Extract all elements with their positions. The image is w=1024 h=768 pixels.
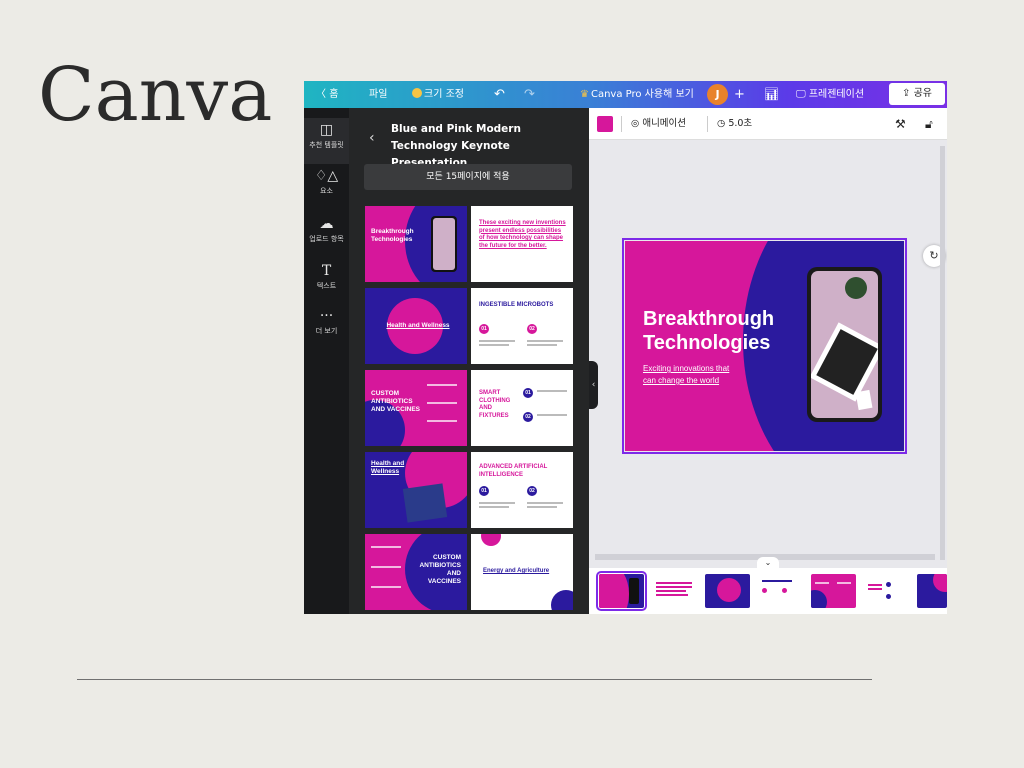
divider-line (77, 679, 872, 680)
page-thumb-4[interactable] (758, 574, 803, 608)
templates-panel: ‹ Blue and Pink Modern Technology Keynot… (349, 108, 589, 614)
rail-item-text[interactable]: T 텍스트 (304, 263, 349, 291)
rail-item-label: 더 보기 (315, 327, 338, 335)
share-button[interactable]: ⇪ 공유 (889, 83, 945, 105)
template-thumb[interactable]: Energy and Agriculture (471, 534, 573, 610)
rail-item-elements[interactable]: ♢△ 요소 (304, 168, 349, 196)
page-thumb-1[interactable] (596, 571, 647, 611)
try-pro-label: Canva Pro 사용해 보기 (590, 89, 694, 100)
crown-icon (412, 88, 422, 98)
template-thumb[interactable]: Breakthrough Technologies (365, 206, 467, 282)
chevron-left-icon: 〈 (316, 89, 326, 100)
color-swatch[interactable] (597, 116, 613, 132)
share-label: 공유 (913, 88, 932, 99)
home-label: 홈 (329, 89, 339, 100)
number-badge: 02 (523, 412, 533, 422)
number-badge: 02 (527, 486, 537, 496)
main-slide[interactable]: Breakthrough Technologies Exciting innov… (622, 238, 907, 454)
try-pro-button[interactable]: ♛ Canva Pro 사용해 보기 (580, 81, 694, 108)
thumb-title: ADVANCED ARTIFICIAL INTELLIGENCE (479, 464, 548, 478)
number-badge: 01 (479, 486, 489, 496)
page-thumb-3[interactable] (705, 574, 750, 608)
decor-circle (551, 590, 573, 610)
phone-image (431, 216, 457, 272)
template-thumb[interactable]: ADVANCED ARTIFICIAL INTELLIGENCE 01 02 (471, 452, 573, 528)
tablet-image (402, 483, 448, 523)
present-button[interactable]: 🖵︎ 프레젠테이션 (796, 81, 864, 108)
editor-area: ◎ 애니메이션 ◷ 5.0초 ⚒ 🔓︎ Breakthrough Technol… (589, 108, 947, 614)
animate-button[interactable]: ◎ 애니메이션 (631, 108, 686, 140)
canva-editor-screenshot: 〈 홈 파일 크기 조정 ↶ ↷ ♛ Canva Pro 사용해 보기 J + 📊… (304, 81, 947, 614)
template-thumb[interactable]: INGESTIBLE MICROBOTS 01 02 (471, 288, 573, 364)
page-thumb-5[interactable] (811, 574, 856, 608)
phone-image[interactable] (807, 267, 882, 422)
thumb-title: CUSTOM ANTIBIOTICS AND VACCINES (371, 390, 420, 413)
thumb-title: Energy and Agriculture (483, 568, 550, 574)
thumb-title: SMART CLOTHING AND FIXTURES (479, 390, 511, 419)
number-badge: 02 (527, 324, 537, 334)
template-thumb[interactable]: These exciting new inventions present en… (471, 206, 573, 282)
chart-icon[interactable]: 📊︎ (764, 81, 779, 108)
resize-button[interactable]: 크기 조정 (412, 81, 464, 108)
template-thumb[interactable]: Health and Wellness (365, 452, 467, 528)
thumb-title: Health and Wellness (386, 322, 450, 329)
apply-all-pages-button[interactable]: 모든 15페이지에 적용 (364, 164, 572, 190)
number-badge: 01 (479, 324, 489, 334)
collapse-panel-handle[interactable]: ‹ (589, 361, 598, 409)
number-badge: 01 (523, 388, 533, 398)
template-icon: ◫ (319, 122, 334, 138)
canva-logo: Canva (38, 52, 273, 138)
page-strip (589, 568, 947, 614)
rail-item-more[interactable]: ··· 더 보기 (304, 308, 349, 336)
present-icon: 🖵︎ (796, 89, 806, 100)
rail-item-label: 요소 (320, 187, 333, 195)
rail-item-templates[interactable]: ◫ 추천 템플릿 (304, 118, 349, 164)
thumb-title: INGESTIBLE MICROBOTS (479, 302, 554, 308)
decor-circle (481, 534, 501, 546)
thumb-title: Breakthrough Technologies (371, 228, 414, 243)
template-thumb[interactable]: Health and Wellness (365, 288, 467, 364)
more-icon: ··· (319, 308, 334, 324)
elements-icon: ♢△ (314, 168, 339, 184)
vertical-scrollbar[interactable] (940, 146, 945, 560)
template-thumb[interactable]: CUSTOM ANTIBIOTICS AND VACCINES (365, 370, 467, 446)
animate-icon: ◎ (631, 118, 640, 129)
paint-roller-icon[interactable]: ⚒ (895, 108, 906, 140)
rail-item-label: 업로드 항목 (309, 235, 344, 243)
page-thumb-2[interactable] (652, 574, 697, 608)
add-collaborator-button[interactable]: + (734, 81, 745, 108)
rail-item-label: 텍스트 (316, 282, 337, 290)
clock-icon: ◷ (717, 118, 726, 129)
text-icon: T (321, 263, 332, 279)
file-menu[interactable]: 파일 (369, 81, 387, 108)
upload-icon: ☁ (319, 216, 334, 232)
avatar[interactable]: J (707, 84, 728, 105)
template-thumb[interactable]: SMART CLOTHING AND FIXTURES 01 02 (471, 370, 573, 446)
thumb-text: These exciting new inventions present en… (479, 220, 566, 249)
thumb-title: CUSTOM ANTIBIOTICS AND VACCINES (419, 554, 461, 585)
side-rail: ◫ 추천 템플릿 ♢△ 요소 ☁ 업로드 항목 T 텍스트 ··· 더 보기 (304, 108, 349, 614)
lock-icon[interactable]: 🔓︎ (925, 108, 933, 140)
duration-label: 5.0초 (728, 118, 753, 129)
rail-item-label: 추천 템플릿 (309, 141, 344, 149)
template-thumb[interactable]: CUSTOM ANTIBIOTICS AND VACCINES (365, 534, 467, 610)
editor-toolbar: ◎ 애니메이션 ◷ 5.0초 ⚒ 🔓︎ (589, 108, 947, 140)
duration-button[interactable]: ◷ 5.0초 (717, 108, 752, 140)
page-thumb-7[interactable] (917, 574, 947, 608)
redo-icon[interactable]: ↷ (524, 81, 535, 108)
back-arrow-icon[interactable]: ‹ (369, 130, 375, 146)
slide-subtitle[interactable]: Exciting innovations that can change the… (643, 363, 743, 387)
animate-label: 애니메이션 (642, 118, 687, 129)
crown-icon: ♛ (580, 89, 589, 100)
resize-label: 크기 조정 (424, 89, 464, 100)
top-bar: 〈 홈 파일 크기 조정 ↶ ↷ ♛ Canva Pro 사용해 보기 J + 📊… (304, 81, 947, 108)
page-thumb-6[interactable] (864, 574, 909, 608)
rail-item-uploads[interactable]: ☁ 업로드 항목 (304, 216, 349, 244)
undo-icon[interactable]: ↶ (494, 81, 505, 108)
present-label: 프레젠테이션 (808, 89, 865, 100)
thumb-title: Health and Wellness (371, 460, 405, 475)
back-home-button[interactable]: 〈 홈 (316, 81, 338, 108)
share-icon: ⇪ (902, 88, 911, 99)
